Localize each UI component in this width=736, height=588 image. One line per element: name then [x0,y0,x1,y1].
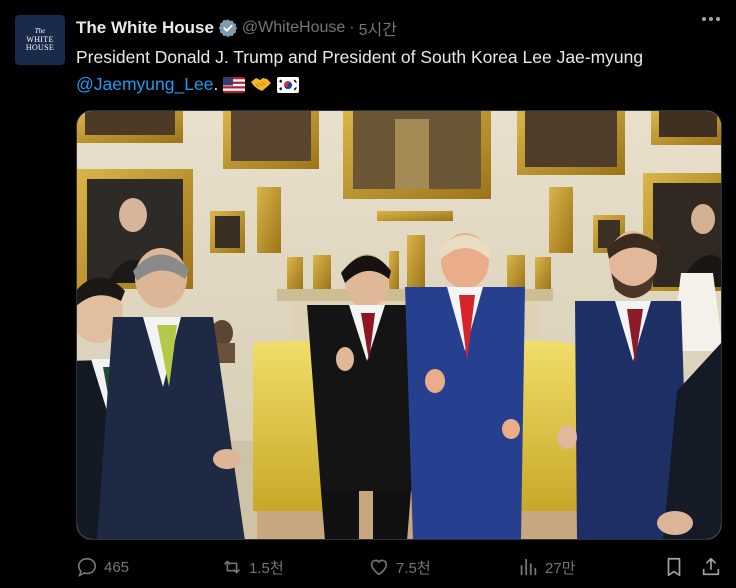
separator-dot: · [349,19,355,36]
account-name[interactable]: The White House [76,18,214,38]
like-count: 7.5천 [396,559,431,577]
tweet-text-line: President Donald J. Trump and President … [76,47,644,67]
repost-count: 1.5천 [249,559,284,577]
account-handle[interactable]: @WhiteHouse [242,19,345,37]
us-flag-emoji [223,74,246,101]
repost-button[interactable]: 1.5천 [221,556,284,578]
avatar-line-1: The [34,27,46,35]
mention-link[interactable]: @Jaemyung_Lee [76,74,213,94]
avatar[interactable]: The WHITE HOUSE [15,15,65,65]
verified-badge-icon [218,18,238,38]
tweet-text: President Donald J. Trump and President … [76,44,716,101]
tweet-trailing: . [213,74,219,94]
like-button[interactable]: 7.5천 [368,556,431,578]
avatar-line-3: HOUSE [25,43,55,52]
repost-icon [224,560,240,574]
reply-icon [77,557,97,577]
views-button[interactable]: 27만 [517,556,576,578]
share-button[interactable] [700,556,722,578]
bar-chart-icon [520,558,537,576]
handshake-emoji [250,74,272,101]
action-bar: 465 1.5천 7.5천 27만 [76,556,724,582]
bookmark-button[interactable] [663,556,685,578]
heart-icon [370,559,388,576]
tweet-header: The White House @WhiteHouse · 5시간 [76,17,397,39]
reply-button[interactable]: 465 [76,556,129,578]
more-options-icon[interactable] [702,17,720,21]
reply-count: 465 [104,558,130,576]
timestamp[interactable]: 5시간 [359,16,397,40]
south-korea-flag-emoji [276,74,299,101]
view-count: 27만 [545,559,576,577]
photo-scene [77,111,721,539]
share-icon [702,557,720,576]
tweet-photo[interactable] [76,110,722,540]
bookmark-icon [667,557,681,577]
